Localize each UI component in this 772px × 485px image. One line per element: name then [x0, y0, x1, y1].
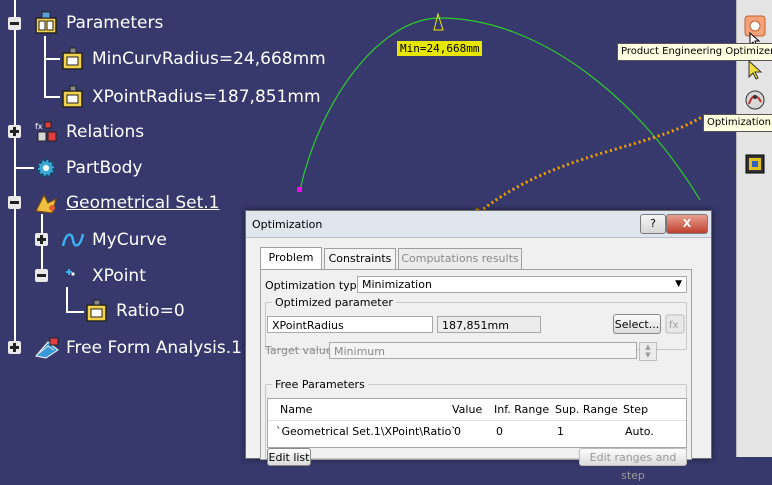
optimized-parameter-value-field: 187,851mm: [437, 316, 541, 333]
curve-min-label: Min=24,668mm: [397, 41, 483, 56]
select-arrow-icon[interactable]: [743, 58, 767, 82]
column-header-sup-range[interactable]: Sup. Range: [555, 403, 618, 416]
column-header-value[interactable]: Value: [452, 403, 482, 416]
free-parameter-inf-range: 0: [496, 425, 503, 438]
optimization-type-select[interactable]: Minimization ▼: [357, 276, 687, 293]
knowledge-icon[interactable]: [743, 152, 767, 176]
dialog-titlebar[interactable]: Optimization ? X: [246, 211, 711, 238]
target-value-field: Minimum: [329, 342, 637, 359]
edit-list-button[interactable]: Edit list: [267, 448, 311, 466]
free-parameter-step: Auto.: [625, 425, 654, 438]
problem-panel: Optimization type: Minimization ▼ Optimi…: [260, 269, 692, 482]
curve-min-marker-icon: [433, 12, 444, 31]
optimized-parameter-name-field[interactable]: XPointRadius: [267, 316, 433, 333]
select-button[interactable]: Select...: [613, 314, 661, 334]
optimized-parameter-label: Optimized parameter: [272, 296, 396, 309]
curve-endpoint-marker: [297, 187, 302, 192]
svg-text:fx: fx: [669, 320, 679, 331]
disabled-formula-icon: fx: [665, 314, 685, 334]
tooltip-optimization: Optimization: [703, 114, 772, 132]
free-parameter-name: `Geometrical Set.1\XPoint\Ratio`: [276, 425, 457, 438]
chevron-down-icon: ▼: [675, 279, 682, 289]
help-button[interactable]: ?: [640, 214, 666, 234]
right-toolbar: [736, 0, 772, 457]
column-header-inf-range[interactable]: Inf. Range: [494, 403, 549, 416]
close-button[interactable]: X: [666, 214, 708, 234]
column-header-step[interactable]: Step: [623, 403, 648, 416]
free-parameters-label: Free Parameters: [272, 378, 368, 391]
dialog-title: Optimization: [252, 218, 323, 231]
free-parameters-table: Name Value Inf. Range Sup. Range Step `G…: [267, 398, 687, 448]
optimization-dialog: Optimization ? X Problem Constraints Com…: [245, 210, 712, 482]
target-value-label: Target value:: [265, 344, 337, 357]
tab-computations-results[interactable]: Computations results: [398, 248, 522, 269]
optimization-type-label: Optimization type:: [265, 279, 368, 292]
tab-constraints[interactable]: Constraints: [324, 248, 396, 269]
free-parameter-sup-range: 1: [557, 425, 564, 438]
optimization-arrow: [481, 113, 706, 212]
optimization-icon[interactable]: [743, 88, 767, 112]
column-header-name[interactable]: Name: [280, 403, 312, 416]
free-parameter-value: 0: [454, 425, 461, 438]
target-value-spinner: ▲ ▼: [639, 342, 657, 361]
tooltip-product-engineering-optimizer: Product Engineering Optimizer: [617, 43, 772, 61]
optimization-type-value: Minimization: [362, 278, 432, 291]
tab-problem[interactable]: Problem: [260, 247, 322, 270]
edit-ranges-and-step-button: Edit ranges and step: [579, 448, 687, 482]
